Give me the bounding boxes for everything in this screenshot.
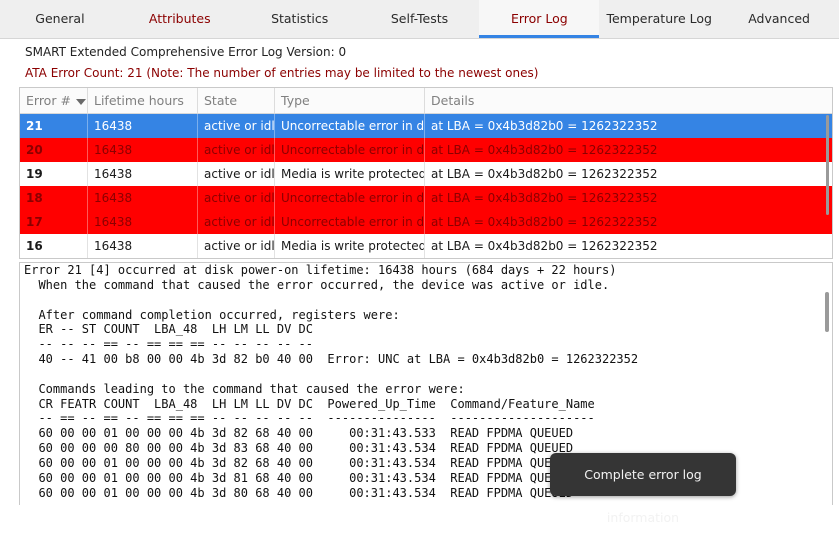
table-body: 21 16438 active or idle Uncorrectable error… <box>20 114 832 258</box>
state-cell: active or idle <box>198 138 275 162</box>
column-header-state[interactable]: State <box>198 88 275 113</box>
type-cell: Uncorrectable error in data <box>275 138 425 162</box>
type-cell: Uncorrectable error in data <box>275 186 425 210</box>
type-cell: Uncorrectable error in data <box>275 210 425 234</box>
column-header-details[interactable]: Details <box>425 88 832 113</box>
log-line: CR FEATR COUNT LBA_48 LH LM LL DV DC Pow… <box>24 396 595 411</box>
column-header-lifetime-hours[interactable]: Lifetime hours <box>88 88 198 113</box>
error-num-cell: 19 <box>20 162 88 186</box>
lifetime-hours-cell: 16438 <box>88 138 198 162</box>
error-num-cell: 17 <box>20 210 88 234</box>
column-header-label: Error # <box>26 93 71 108</box>
column-header-error-num[interactable]: Error # <box>20 88 88 113</box>
table-row[interactable]: 21 16438 active or idle Uncorrectable error… <box>20 114 832 138</box>
details-cell: at LBA = 0x4b3d82b0 = 1262322352 <box>431 167 658 181</box>
error-count-label: ATA Error Count: 21 (Note: The number of… <box>25 66 539 80</box>
table-row[interactable]: 18 16438 active or idle Uncorrectable error… <box>20 186 832 210</box>
table-row[interactable]: 19 16438 active or idle Media is write prot… <box>20 162 832 186</box>
state-cell: active or idle <box>198 186 275 210</box>
error-num-cell: 20 <box>20 138 88 162</box>
log-line: Error 21 [4] occurred at disk power-on l… <box>24 263 617 277</box>
state-cell: active or idle <box>198 114 275 138</box>
tab-advanced[interactable]: Advanced <box>719 0 839 38</box>
tab-attributes[interactable]: Attributes <box>120 0 240 38</box>
details-cell: at LBA = 0x4b3d82b0 = 1262322352 <box>431 119 658 133</box>
lifetime-hours-cell: 16438 <box>88 234 198 258</box>
log-line: After command completion occurred, regis… <box>24 307 400 322</box>
type-cell: Media is write protected <box>275 162 425 186</box>
type-cell: Uncorrectable error in data <box>275 114 425 138</box>
state-cell: active or idle <box>198 234 275 258</box>
lifetime-hours-cell: 16438 <box>88 162 198 186</box>
table-header: Error # Lifetime hours State Type Detail… <box>20 88 832 114</box>
log-line: When the command that caused the error o… <box>24 277 610 292</box>
log-line: 60 00 00 01 00 00 00 4b 3d 82 68 40 00 0… <box>24 455 574 470</box>
log-line: 60 00 00 00 80 00 00 4b 3d 83 68 40 00 0… <box>24 441 574 456</box>
type-cell: Media is write protected <box>275 234 425 258</box>
error-num-cell: 18 <box>20 186 88 210</box>
tab-temperature-log[interactable]: Temperature Log <box>599 0 719 38</box>
lifetime-hours-cell: 16438 <box>88 114 198 138</box>
details-cell: at LBA = 0x4b3d82b0 = 1262322352 <box>431 239 658 253</box>
tab-statistics[interactable]: Statistics <box>240 0 360 38</box>
details-cell: at LBA = 0x4b3d82b0 = 1262322352 <box>431 215 658 229</box>
details-cell: at LBA = 0x4b3d82b0 = 1262322352 <box>431 143 658 157</box>
lifetime-hours-cell: 16438 <box>88 186 198 210</box>
lifetime-hours-cell: 16438 <box>88 210 198 234</box>
state-cell: active or idle <box>198 162 275 186</box>
log-line: ER -- ST COUNT LBA_48 LH LM LL DV DC <box>24 322 313 337</box>
error-table[interactable]: Error # Lifetime hours State Type Detail… <box>19 87 833 259</box>
error-num-cell: 16 <box>20 234 88 258</box>
error-num-cell: 21 <box>20 114 88 138</box>
log-line: -- -- -- == -- == == == -- -- -- -- -- <box>24 337 313 352</box>
tooltip: Complete error log information <box>550 453 736 525</box>
log-version-label: SMART Extended Comprehensive Error Log V… <box>25 45 347 59</box>
log-line: Commands leading to the command that cau… <box>24 381 465 396</box>
log-line: 40 -- 41 00 b8 00 00 4b 3d 82 b0 40 00 E… <box>24 352 639 367</box>
details-scrollbar[interactable] <box>825 292 829 332</box>
tab-general[interactable]: General <box>0 0 120 38</box>
log-line: 60 00 00 01 00 00 00 4b 3d 80 68 40 00 0… <box>24 485 574 500</box>
tab-self-tests[interactable]: Self-Tests <box>360 0 480 38</box>
tab-bar: General Attributes Statistics Self-Tests… <box>0 0 839 39</box>
details-cell: at LBA = 0x4b3d82b0 = 1262322352 <box>431 191 658 205</box>
sort-descending-icon <box>75 98 86 105</box>
table-row[interactable]: 17 16438 active or idle Uncorrectable error… <box>20 210 832 234</box>
log-line: -- == -- == -- == == == -- -- -- -- -- -… <box>24 411 595 426</box>
log-line: 60 00 00 01 00 00 00 4b 3d 81 68 40 00 0… <box>24 470 574 485</box>
column-header-type[interactable]: Type <box>275 88 425 113</box>
tab-error-log[interactable]: Error Log <box>479 0 600 38</box>
table-row[interactable]: 16 16438 active or idle Media is write prot… <box>20 234 832 258</box>
state-cell: active or idle <box>198 210 275 234</box>
table-row[interactable]: 20 16438 active or idle Uncorrectable error… <box>20 138 832 162</box>
log-line: 60 00 00 01 00 00 00 4b 3d 82 68 40 00 0… <box>24 426 574 441</box>
table-scrollbar[interactable] <box>826 115 829 215</box>
